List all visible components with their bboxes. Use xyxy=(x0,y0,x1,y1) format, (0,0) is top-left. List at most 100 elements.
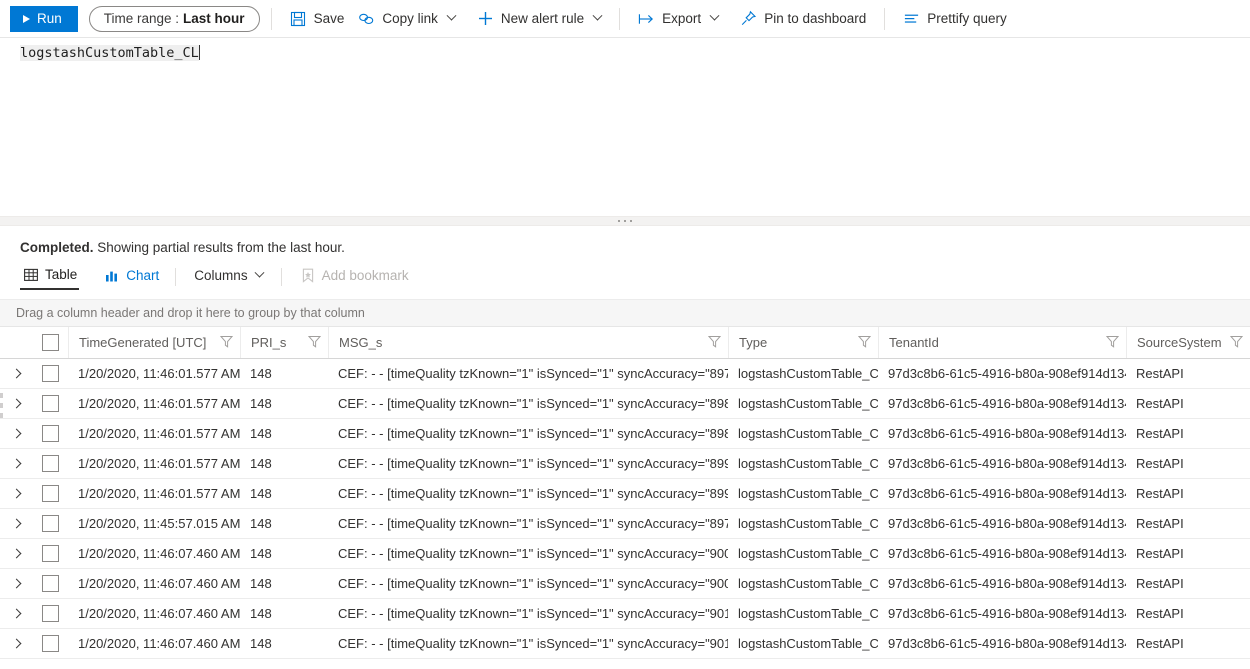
cell-tenantid: 97d3c8b6-61c5-4916-b80a-908ef914d134 xyxy=(878,629,1126,659)
new-alert-rule-button[interactable]: New alert rule xyxy=(470,4,608,34)
header-type[interactable]: Type xyxy=(728,327,878,359)
pin-to-dashboard-button[interactable]: Pin to dashboard xyxy=(733,4,873,34)
filter-icon[interactable] xyxy=(1230,335,1243,351)
table-row[interactable]: 1/20/2020, 11:46:07.460 AM148CEF: - - [t… xyxy=(0,599,1250,629)
row-expander-cell[interactable] xyxy=(0,599,32,629)
expand-row-icon[interactable] xyxy=(0,479,32,508)
cell-pri: 148 xyxy=(240,419,328,449)
cell-sourcesystem: RestAPI xyxy=(1126,599,1250,629)
table-row[interactable]: 1/20/2020, 11:46:07.460 AM148CEF: - - [t… xyxy=(0,629,1250,659)
row-select-cell[interactable] xyxy=(32,419,68,449)
columns-button[interactable]: Columns xyxy=(190,266,266,288)
cell-sourcesystem: RestAPI xyxy=(1126,569,1250,599)
play-icon xyxy=(23,15,30,23)
cell-msg: CEF: - - [timeQuality tzKnown="1" isSync… xyxy=(328,539,728,569)
row-expander-cell[interactable] xyxy=(0,359,32,389)
cell-tenantid: 97d3c8b6-61c5-4916-b80a-908ef914d134 xyxy=(878,509,1126,539)
save-icon xyxy=(290,10,307,27)
cell-timegenerated: 1/20/2020, 11:46:01.577 AM xyxy=(68,389,240,419)
row-expander-cell[interactable] xyxy=(0,629,32,659)
run-button[interactable]: Run xyxy=(10,6,78,32)
copy-link-button[interactable]: Copy link xyxy=(351,4,462,34)
row-checkbox[interactable] xyxy=(42,605,59,622)
row-expander-cell[interactable] xyxy=(0,509,32,539)
table-row[interactable]: 1/20/2020, 11:46:07.460 AM148CEF: - - [t… xyxy=(0,539,1250,569)
row-drag-grip[interactable] xyxy=(0,327,4,669)
row-checkbox[interactable] xyxy=(42,545,59,562)
expand-row-icon[interactable] xyxy=(0,359,32,388)
pin-icon xyxy=(740,10,757,27)
tab-chart[interactable]: Chart xyxy=(101,265,161,289)
prettify-query-button[interactable]: Prettify query xyxy=(896,4,1014,34)
row-select-cell[interactable] xyxy=(32,449,68,479)
row-checkbox[interactable] xyxy=(42,635,59,652)
results-view-bar: Table Chart Columns xyxy=(0,255,1250,290)
row-expander-cell[interactable] xyxy=(0,479,32,509)
table-row[interactable]: 1/20/2020, 11:46:01.577 AM148CEF: - - [t… xyxy=(0,479,1250,509)
row-expander-cell[interactable] xyxy=(0,419,32,449)
row-expander-cell[interactable] xyxy=(0,569,32,599)
table-row[interactable]: 1/20/2020, 11:46:01.577 AM148CEF: - - [t… xyxy=(0,359,1250,389)
query-toolbar: Run Time range : Last hour Save xyxy=(0,0,1250,38)
cell-timegenerated: 1/20/2020, 11:46:07.460 AM xyxy=(68,629,240,659)
expand-row-icon[interactable] xyxy=(0,389,32,418)
row-select-cell[interactable] xyxy=(32,569,68,599)
table-row[interactable]: 1/20/2020, 11:45:57.015 AM148CEF: - - [t… xyxy=(0,509,1250,539)
row-checkbox[interactable] xyxy=(42,515,59,532)
row-checkbox[interactable] xyxy=(42,485,59,502)
row-select-cell[interactable] xyxy=(32,479,68,509)
table-row[interactable]: 1/20/2020, 11:46:07.460 AM148CEF: - - [t… xyxy=(0,569,1250,599)
row-select-cell[interactable] xyxy=(32,359,68,389)
filter-icon[interactable] xyxy=(1106,335,1119,351)
filter-icon[interactable] xyxy=(220,335,233,351)
filter-icon[interactable] xyxy=(308,335,321,351)
cell-tenantid: 97d3c8b6-61c5-4916-b80a-908ef914d134 xyxy=(878,389,1126,419)
save-button[interactable]: Save xyxy=(283,4,352,34)
row-select-cell[interactable] xyxy=(32,539,68,569)
tab-table[interactable]: Table xyxy=(20,264,79,290)
filter-icon[interactable] xyxy=(858,335,871,351)
cell-pri: 148 xyxy=(240,539,328,569)
query-text: logstashCustomTable_CL xyxy=(20,45,199,61)
row-select-cell[interactable] xyxy=(32,599,68,629)
table-row[interactable]: 1/20/2020, 11:46:01.577 AM148CEF: - - [t… xyxy=(0,449,1250,479)
export-button[interactable]: Export xyxy=(631,4,725,34)
expand-row-icon[interactable] xyxy=(0,449,32,478)
table-row[interactable]: 1/20/2020, 11:46:01.577 AM148CEF: - - [t… xyxy=(0,389,1250,419)
header-pri[interactable]: PRI_s xyxy=(240,327,328,359)
expand-row-icon[interactable] xyxy=(0,629,32,658)
header-sourcesystem[interactable]: SourceSystem xyxy=(1126,327,1250,359)
header-msg[interactable]: MSG_s xyxy=(328,327,728,359)
panel-splitter[interactable] xyxy=(0,216,1250,226)
header-label: TimeGenerated [UTC] xyxy=(79,335,206,350)
row-select-cell[interactable] xyxy=(32,629,68,659)
select-all-checkbox[interactable] xyxy=(42,334,59,351)
expand-row-icon[interactable] xyxy=(0,539,32,568)
table-row[interactable]: 1/20/2020, 11:46:01.577 AM148CEF: - - [t… xyxy=(0,419,1250,449)
cell-sourcesystem: RestAPI xyxy=(1126,479,1250,509)
row-select-cell[interactable] xyxy=(32,509,68,539)
expand-row-icon[interactable] xyxy=(0,509,32,538)
cell-msg: CEF: - - [timeQuality tzKnown="1" isSync… xyxy=(328,449,728,479)
row-checkbox[interactable] xyxy=(42,455,59,472)
expand-row-icon[interactable] xyxy=(0,569,32,598)
query-editor[interactable]: logstashCustomTable_CL xyxy=(0,38,1250,216)
row-checkbox[interactable] xyxy=(42,425,59,442)
cell-type: logstashCustomTable_CL xyxy=(728,419,878,449)
row-expander-cell[interactable] xyxy=(0,539,32,569)
cell-pri: 148 xyxy=(240,599,328,629)
time-range-picker[interactable]: Time range : Last hour xyxy=(89,6,260,32)
query-line-1[interactable]: logstashCustomTable_CL xyxy=(0,44,1250,63)
expand-row-icon[interactable] xyxy=(0,419,32,448)
row-checkbox[interactable] xyxy=(42,575,59,592)
row-checkbox[interactable] xyxy=(42,365,59,382)
filter-icon[interactable] xyxy=(708,335,721,351)
expand-row-icon[interactable] xyxy=(0,599,32,628)
header-tenantid[interactable]: TenantId xyxy=(878,327,1126,359)
group-by-dropzone[interactable]: Drag a column header and drop it here to… xyxy=(0,299,1250,327)
row-select-cell[interactable] xyxy=(32,389,68,419)
row-expander-cell[interactable] xyxy=(0,389,32,419)
row-expander-cell[interactable] xyxy=(0,449,32,479)
header-timegenerated[interactable]: TimeGenerated [UTC] xyxy=(68,327,240,359)
row-checkbox[interactable] xyxy=(42,395,59,412)
